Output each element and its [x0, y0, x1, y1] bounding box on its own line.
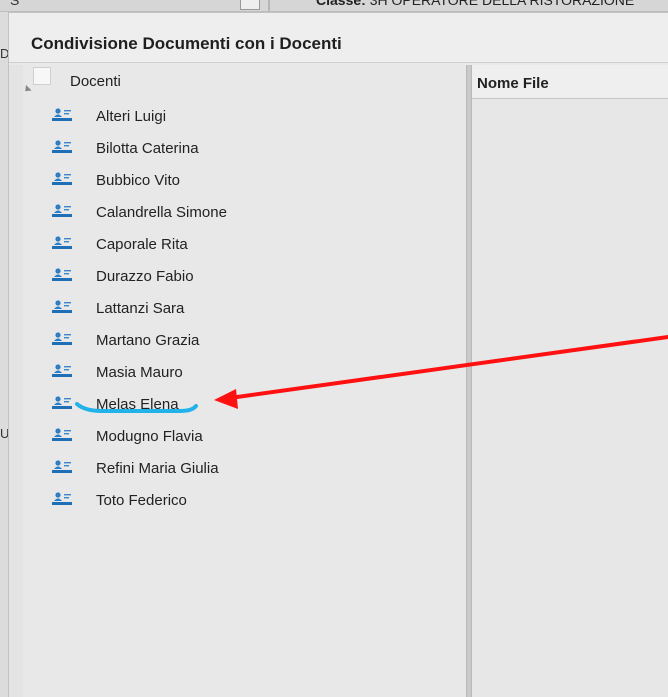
user-card-icon [52, 332, 72, 345]
teacher-item[interactable]: Calandrella Simone [23, 197, 471, 229]
teacher-item[interactable]: Refini Maria Giulia [23, 453, 471, 485]
teacher-item[interactable]: Durazzo Fabio [23, 261, 471, 293]
user-card-icon [52, 108, 72, 121]
teacher-tree-pane: Docenti Alteri Luigi Bilotta Caterina Bu… [22, 65, 471, 697]
teacher-name: Durazzo Fabio [96, 268, 194, 285]
user-card-icon [52, 236, 72, 249]
teacher-name: Caporale Rita [96, 236, 188, 253]
teacher-name: Refini Maria Giulia [96, 460, 219, 477]
user-card-icon [52, 268, 72, 281]
user-card-icon [52, 204, 72, 217]
user-card-icon [52, 460, 72, 473]
class-label: Classe: [316, 0, 366, 8]
background-text: S [10, 0, 20, 8]
teacher-name: Bilotta Caterina [96, 140, 199, 157]
teacher-name: Bubbico Vito [96, 172, 180, 189]
teacher-name: Lattanzi Sara [96, 300, 185, 317]
background-side-letter: U [0, 426, 10, 441]
teacher-item[interactable]: Caporale Rita [23, 229, 471, 261]
background-separator [268, 0, 270, 11]
class-value: 3H OPERATORE DELLA RISTORAZIONE [369, 0, 635, 8]
user-card-icon [52, 364, 72, 377]
teacher-item[interactable]: Bubbico Vito [23, 165, 471, 197]
teacher-name: Calandrella Simone [96, 204, 227, 221]
tree-root-label: Docenti [70, 73, 121, 90]
expand-arrow-icon[interactable] [22, 84, 32, 95]
teacher-item[interactable]: Lattanzi Sara [23, 293, 471, 325]
teacher-item[interactable]: Modugno Flavia [23, 421, 471, 453]
screen: S Classe: 3H OPERATORE DELLA RISTORAZION… [0, 0, 668, 697]
background-class-info: Classe: 3H OPERATORE DELLA RISTORAZIONE [316, 0, 634, 8]
teacher-name: Martano Grazia [96, 332, 200, 349]
teacher-name: Alteri Luigi [96, 108, 167, 125]
user-card-icon [52, 492, 72, 505]
user-card-icon [52, 396, 72, 409]
user-card-icon [52, 300, 72, 313]
dialog-header: Condivisione Documenti con i Docenti [9, 13, 668, 63]
teacher-list: Alteri Luigi Bilotta Caterina Bubbico Vi… [23, 101, 471, 517]
dialog-left-edge [9, 65, 23, 697]
column-header-file-name: Nome File [477, 75, 549, 92]
share-documents-dialog: Condivisione Documenti con i Docenti Doc… [8, 12, 668, 697]
file-list-header[interactable]: Nome File [472, 65, 668, 99]
teacher-name: Masia Mauro [96, 364, 183, 381]
teacher-item[interactable]: Alteri Luigi [23, 101, 471, 133]
teacher-item[interactable]: Masia Mauro [23, 357, 471, 389]
file-list-pane: Nome File [472, 65, 668, 697]
tree-root-docenti[interactable]: Docenti [22, 65, 471, 95]
teacher-item[interactable]: Toto Federico [23, 485, 471, 517]
root-checkbox[interactable] [33, 67, 51, 85]
user-card-icon [52, 428, 72, 441]
background-side-letter: D [0, 46, 10, 61]
teacher-name: Melas Elena [96, 396, 179, 413]
teacher-item-highlighted[interactable]: Melas Elena [23, 389, 471, 421]
teacher-item[interactable]: Bilotta Caterina [23, 133, 471, 165]
teacher-item[interactable]: Martano Grazia [23, 325, 471, 357]
teacher-name: Toto Federico [96, 492, 187, 509]
user-card-icon [52, 140, 72, 153]
teacher-name: Modugno Flavia [96, 428, 203, 445]
dialog-title: Condivisione Documenti con i Docenti [31, 34, 342, 53]
user-card-icon [52, 172, 72, 185]
background-checkbox [240, 0, 260, 10]
background-window-header: S Classe: 3H OPERATORE DELLA RISTORAZION… [0, 0, 668, 12]
